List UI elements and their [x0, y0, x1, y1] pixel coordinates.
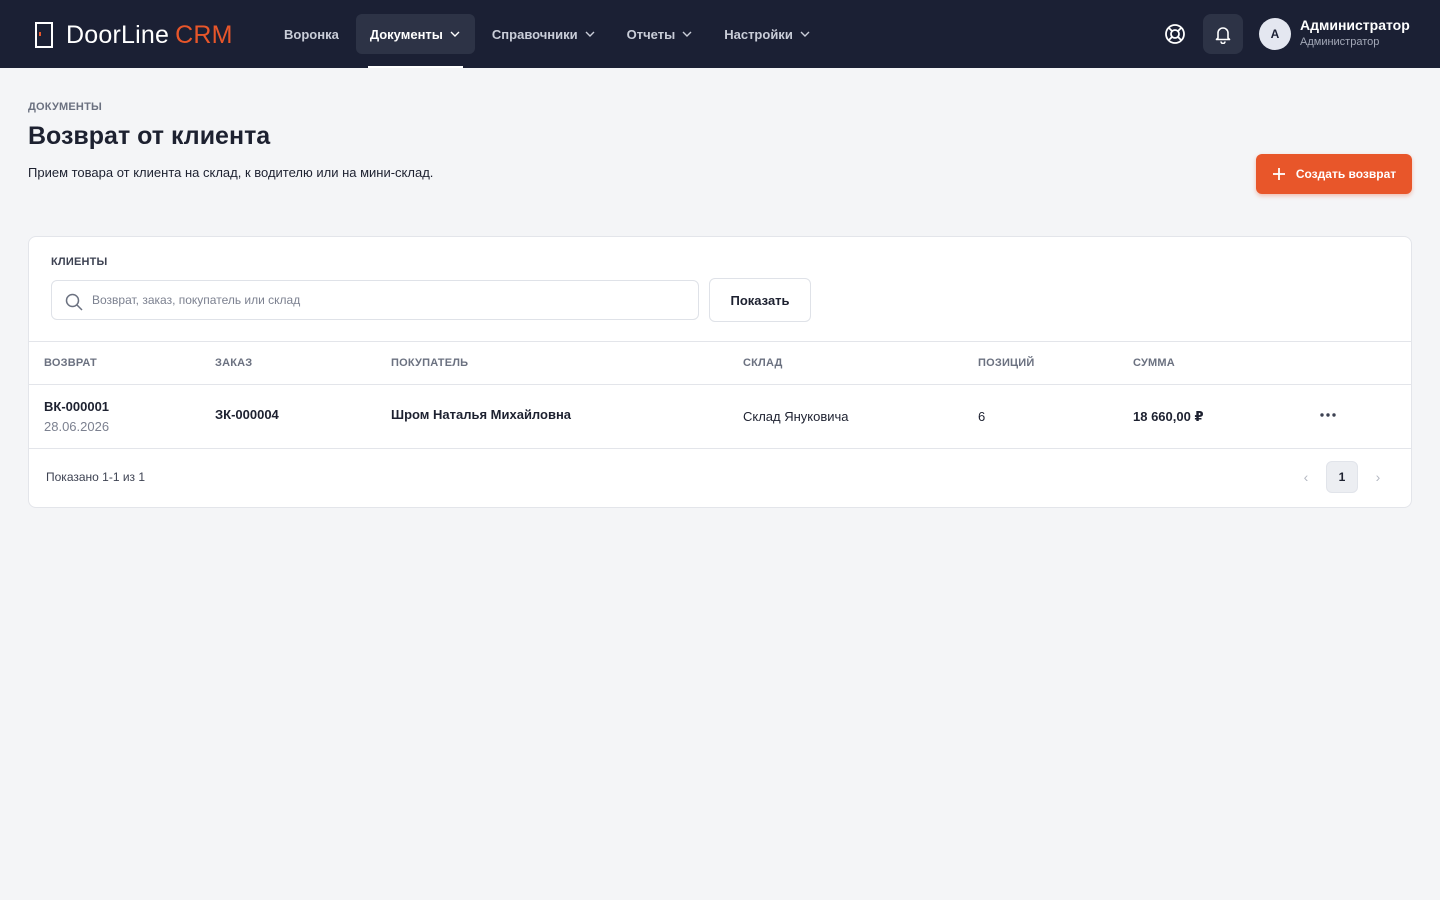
chevron-down-icon [450, 31, 460, 37]
nav-item-reports[interactable]: Отчеты [613, 14, 708, 54]
warehouse-name: Склад Януковича [743, 409, 849, 424]
top-navbar: DoorLine CRM Воронка Документы Справочни… [0, 0, 1440, 68]
nav-item-settings[interactable]: Настройки [710, 14, 825, 54]
search-field[interactable] [51, 280, 699, 320]
logo-text: DoorLine [66, 20, 170, 49]
help-button[interactable] [1155, 14, 1195, 54]
logo-accent-text: CRM [175, 20, 233, 49]
main-nav: Воронка Документы Справочники Отчеты Нас… [270, 14, 828, 68]
chevron-down-icon [800, 31, 810, 37]
create-return-label: Создать возврат [1295, 167, 1397, 181]
user-name[interactable]: Администратор [1300, 17, 1410, 33]
column-header-warehouse[interactable]: СКЛАД [743, 357, 783, 369]
avatar[interactable]: A [1259, 18, 1291, 50]
page-title: Возврат от клиента [28, 122, 271, 150]
logo[interactable]: DoorLine CRM [34, 20, 233, 49]
column-header-sum[interactable]: СУММА [1133, 357, 1175, 369]
search-icon [65, 293, 83, 311]
column-header-positions[interactable]: ПОЗИЦИЙ [978, 357, 1035, 369]
positions-count: 6 [978, 409, 986, 424]
bell-icon [1215, 27, 1231, 44]
order-number[interactable]: ЗК-000004 [215, 407, 279, 422]
chevron-down-icon [682, 31, 692, 37]
column-header-customer[interactable]: ПОКУПАТЕЛЬ [391, 357, 468, 369]
door-logo-icon [35, 22, 53, 48]
filter-label: КЛИЕНТЫ [51, 256, 108, 268]
nav-item-label: Отчеты [626, 26, 676, 42]
chevron-down-icon [585, 31, 595, 37]
nav-item-label: Настройки [724, 26, 793, 42]
row-actions-button[interactable] [1316, 405, 1340, 425]
nav-item-documents[interactable]: Документы [355, 14, 475, 68]
plus-icon [1272, 168, 1285, 180]
more-horizontal-icon [1320, 413, 1336, 417]
notifications-button[interactable] [1203, 14, 1243, 54]
pagination-info: Показано 1-1 из 1 [46, 470, 146, 484]
create-return-button[interactable]: Создать возврат [1256, 154, 1412, 194]
breadcrumb[interactable]: ДОКУМЕНТЫ [28, 101, 102, 113]
page-subtitle: Прием товара от клиента на склад, к води… [28, 165, 434, 180]
user-role: Администратор [1300, 36, 1380, 48]
show-button[interactable]: Показать [709, 278, 811, 322]
table-row[interactable]: ВК-000001 28.06.2026 ЗК-000004 Шром Ната… [29, 385, 1411, 449]
pagination-page-button[interactable]: 1 [1326, 461, 1358, 493]
returns-card: КЛИЕНТЫ Показать ВОЗВРАТ ЗАКАЗ ПОКУПАТЕЛ… [28, 236, 1412, 508]
nav-item-label: Документы [369, 26, 443, 42]
pagination-prev-button[interactable]: ‹ [1296, 461, 1316, 493]
nav-item-label: Воронка [284, 26, 339, 42]
column-header-return[interactable]: ВОЗВРАТ [44, 357, 97, 369]
pagination-next-button[interactable]: › [1368, 461, 1388, 493]
customer-name[interactable]: Шром Наталья Михайловна [391, 407, 571, 422]
nav-item-label: Справочники [491, 26, 578, 42]
return-number[interactable]: ВК-000001 [44, 399, 109, 414]
column-header-order[interactable]: ЗАКАЗ [215, 357, 252, 369]
nav-item-references[interactable]: Справочники [478, 14, 610, 54]
return-date: 28.06.2026 [44, 419, 110, 434]
search-input[interactable] [92, 281, 692, 319]
lifebuoy-icon [1165, 24, 1185, 44]
nav-item-funnel[interactable]: Воронка [270, 14, 353, 54]
table-header: ВОЗВРАТ ЗАКАЗ ПОКУПАТЕЛЬ СКЛАД ПОЗИЦИЙ С… [29, 341, 1411, 385]
return-sum: 18 660,00 ₽ [1133, 409, 1204, 424]
